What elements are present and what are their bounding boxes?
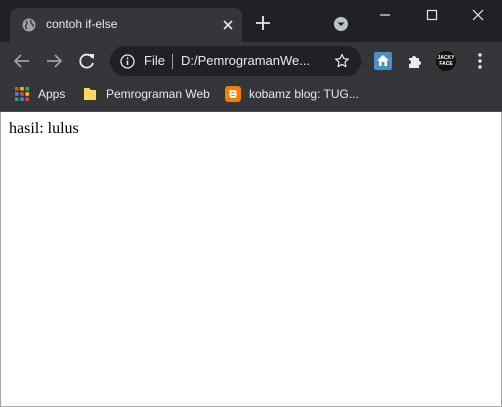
browser-window: contoh if-else File D:/PemrogramanWe... … [0,0,502,407]
forward-icon[interactable] [44,51,64,71]
tab-strip: contoh if-else [0,0,502,42]
folder-icon [84,88,96,100]
profile-avatar[interactable]: JACKY FACE [436,51,456,71]
globe-icon [22,18,36,32]
close-tab-icon[interactable] [220,17,236,33]
minimize-icon[interactable] [374,6,396,24]
omnibox-divider [172,54,173,69]
address-bar[interactable]: File D:/PemrogramanWe... [110,46,361,76]
bookmark-pemrograman-web[interactable]: Pemrograman Web [82,86,212,104]
tab-title: contoh if-else [46,17,118,31]
info-icon[interactable] [120,54,135,69]
extensions-puzzle-icon[interactable] [406,52,424,70]
home-extension-icon[interactable] [374,52,392,70]
url-text[interactable]: D:/PemrogramanWe... [181,53,310,68]
bookmark-star-icon[interactable] [334,53,350,69]
bookmark-kobamz-blog-label: kobamz blog: TUG... [249,87,359,101]
maximize-icon[interactable] [421,6,443,24]
new-tab-icon[interactable] [254,14,272,32]
url-scheme-label: File [144,53,165,68]
tab-search-icon[interactable] [333,16,349,32]
bookmark-apps-label: Apps [38,87,66,101]
page-viewport: hasil: lulus [0,112,502,407]
blogger-icon [225,86,241,102]
kebab-menu-icon[interactable] [472,52,488,70]
bookmark-kobamz-blog[interactable]: kobamz blog: TUG... [225,86,365,104]
close-window-icon[interactable] [467,6,489,24]
toolbar: File D:/PemrogramanWe... JACKY FACE [0,42,502,80]
avatar-text: JACKY FACE [437,55,455,67]
back-icon[interactable] [12,51,32,71]
reload-icon[interactable] [77,51,97,71]
result-text: hasil: lulus [9,120,79,137]
bookmarks-bar: Apps Pemrograman Web kobamz blog: TUG... [0,80,502,112]
apps-grid-icon [15,87,29,101]
tab-active[interactable]: contoh if-else [10,8,242,42]
bookmark-pemrograman-web-label: Pemrograman Web [106,87,210,101]
bookmark-apps[interactable]: Apps [14,86,74,104]
